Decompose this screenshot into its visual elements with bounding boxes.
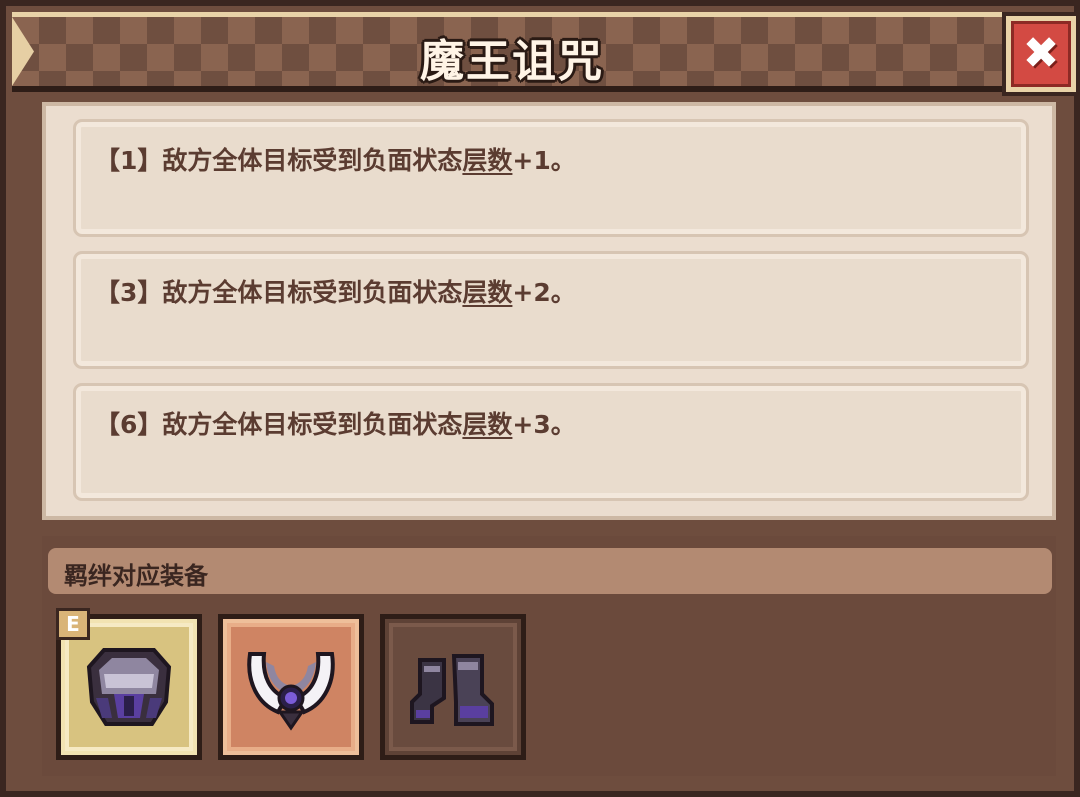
close-button[interactable]: ✖ bbox=[1002, 12, 1080, 96]
effect-text-1: 【1】敌方全体目标受到负面状态层数+1。 bbox=[95, 141, 576, 177]
title-bar: 魔王诅咒 bbox=[12, 12, 1012, 92]
equipment-slot-2[interactable] bbox=[218, 614, 364, 760]
close-icon: ✖ bbox=[1011, 21, 1071, 87]
slot-background bbox=[227, 623, 355, 751]
horned-amulet-icon bbox=[247, 652, 335, 731]
effect-text-2: 【3】敌方全体目标受到负面状态层数+2。 bbox=[95, 273, 576, 309]
curse-set-panel: 魔王诅咒 ✖ 【1】敌方全体目标受到负面状态层数+1。 【3】敌方全体目标受到负… bbox=[0, 0, 1080, 797]
slot-background bbox=[65, 623, 193, 751]
effect-keyword-link[interactable]: 层数 bbox=[462, 278, 512, 307]
effect-text-3: 【6】敌方全体目标受到负面状态层数+3。 bbox=[95, 405, 576, 441]
equipment-slot-3[interactable] bbox=[380, 614, 526, 760]
effect-card-2: 【3】敌方全体目标受到负面状态层数+2。 bbox=[73, 251, 1029, 369]
effect-suffix: +1。 bbox=[512, 146, 576, 175]
effect-suffix: +3。 bbox=[512, 410, 576, 439]
dark-boots-icon bbox=[410, 654, 494, 726]
effect-keyword-link[interactable]: 层数 bbox=[462, 410, 512, 439]
bond-label: 羁绊对应装备 bbox=[64, 562, 208, 590]
effect-card-3: 【6】敌方全体目标受到负面状态层数+3。 bbox=[73, 383, 1029, 501]
close-button-frame: ✖ bbox=[1006, 16, 1076, 92]
bond-equipment-section: 羁绊对应装备 E bbox=[42, 536, 1056, 776]
bond-label-bar: 羁绊对应装备 bbox=[48, 548, 1052, 594]
effect-keyword-link[interactable]: 层数 bbox=[462, 146, 512, 175]
effect-prefix: 【1】敌方全体目标受到负面状态 bbox=[95, 146, 463, 175]
grade-badge: E bbox=[56, 608, 90, 640]
effect-prefix: 【3】敌方全体目标受到负面状态 bbox=[95, 278, 463, 307]
slot-background bbox=[389, 623, 517, 751]
panel-title: 魔王诅咒 bbox=[420, 36, 604, 87]
set-effects-list: 【1】敌方全体目标受到负面状态层数+1。 【3】敌方全体目标受到负面状态层数+2… bbox=[42, 102, 1056, 520]
effect-card-1: 【1】敌方全体目标受到负面状态层数+1。 bbox=[73, 119, 1029, 237]
effect-suffix: +2。 bbox=[512, 278, 576, 307]
dark-armor-icon bbox=[86, 648, 172, 726]
effect-prefix: 【6】敌方全体目标受到负面状态 bbox=[95, 410, 463, 439]
